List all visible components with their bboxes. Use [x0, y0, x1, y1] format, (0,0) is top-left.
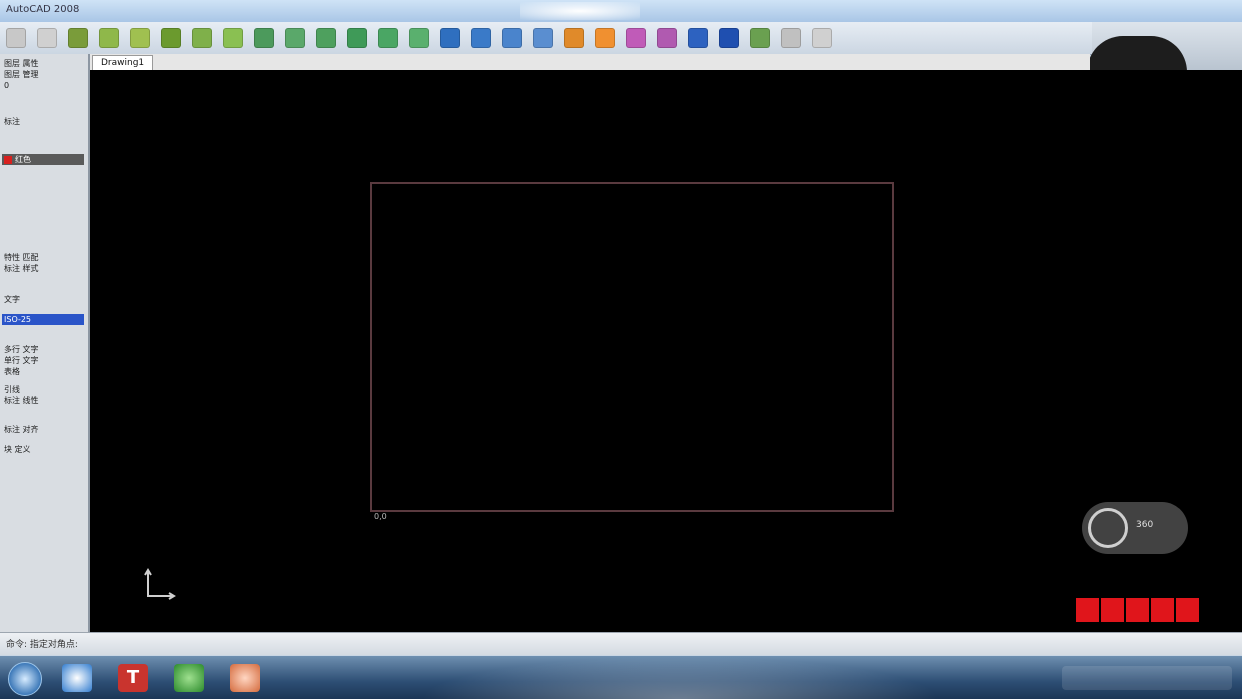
title-bar-glow — [520, 2, 640, 20]
taskbar-app-icon[interactable] — [174, 664, 204, 692]
palette-item[interactable]: 图层 管理 — [2, 69, 84, 80]
taskbar-decoration — [420, 656, 940, 699]
toolbar-button[interactable] — [533, 28, 553, 48]
palette-item[interactable]: 0 — [2, 80, 84, 91]
toolbar-button[interactable] — [378, 28, 398, 48]
palette-item[interactable]: 标注 对齐 — [2, 424, 84, 435]
taskbar-app-icon[interactable] — [230, 664, 260, 692]
palette-group: 引线 标注 线性 — [2, 384, 84, 406]
toolbar-button[interactable] — [688, 28, 708, 48]
taskbar-browser-icon[interactable] — [62, 664, 92, 692]
ucs-axis-icon — [144, 568, 176, 600]
palette-item[interactable]: 块 定义 — [2, 444, 84, 455]
palette-item[interactable]: 图层 属性 — [2, 58, 84, 69]
toolbar-button[interactable] — [812, 28, 832, 48]
orbit-ring-icon[interactable] — [1088, 508, 1128, 548]
navigation-wheel[interactable]: 360 — [1082, 502, 1188, 554]
toolbar-button[interactable] — [595, 28, 615, 48]
command-status-bar[interactable]: 命令: 指定对角点: — [0, 632, 1242, 655]
drawing-tab-strip: Drawing1 — [0, 54, 1090, 71]
tab-drawing[interactable]: Drawing1 — [92, 55, 154, 71]
os-taskbar: T — [0, 656, 1242, 699]
main-toolbar — [0, 22, 1242, 55]
rec-block — [1151, 598, 1174, 622]
rec-block — [1076, 598, 1099, 622]
toolbar-button[interactable] — [347, 28, 367, 48]
nav-wheel-label: 360 — [1136, 520, 1154, 530]
palette-group: 块 定义 — [2, 444, 84, 455]
rec-block — [1126, 598, 1149, 622]
toolbar-button[interactable] — [719, 28, 739, 48]
toolbar-button[interactable] — [161, 28, 181, 48]
palette-item[interactable]: 引线 — [2, 384, 84, 395]
drawn-rectangle[interactable] — [370, 182, 894, 512]
palette-item[interactable]: 文字 — [2, 294, 84, 305]
taskbar-app-icon[interactable]: T — [118, 664, 148, 692]
left-tool-palette: 图层 属性 图层 管理 0 标注红色特性 匹配 标注 样式文字 ISO-25 多行 文字 单行… — [0, 54, 90, 632]
palette-item[interactable]: 特性 匹配 — [2, 252, 84, 263]
toolbar-button[interactable] — [130, 28, 150, 48]
toolbar-button[interactable] — [502, 28, 522, 48]
toolbar-button[interactable] — [626, 28, 646, 48]
drawing-canvas[interactable]: 0,0 360 — [90, 70, 1242, 632]
toolbar-button[interactable] — [223, 28, 243, 48]
palette-item[interactable]: 表格 — [2, 366, 84, 377]
palette-group: 图层 属性 图层 管理 0 — [2, 58, 84, 91]
toolbar-button[interactable] — [409, 28, 429, 48]
app-title: AutoCAD 2008 — [6, 4, 80, 15]
system-tray[interactable] — [1062, 666, 1232, 690]
palette-item[interactable]: 标注 样式 — [2, 263, 84, 274]
toolbar-button[interactable] — [99, 28, 119, 48]
toolbar-button[interactable] — [471, 28, 491, 48]
palette-group: 文字 — [2, 294, 84, 305]
toolbar-button[interactable] — [781, 28, 801, 48]
palette-group: 红色 — [2, 154, 84, 165]
start-button[interactable] — [8, 662, 42, 696]
toolbar-button[interactable] — [6, 28, 26, 48]
toolbar-button[interactable] — [37, 28, 57, 48]
palette-item[interactable]: 多行 文字 — [2, 344, 84, 355]
palette-group: 标注 — [2, 116, 84, 127]
toolbar-button[interactable] — [657, 28, 677, 48]
rectangle-corner-label: 0,0 — [374, 512, 387, 521]
palette-item[interactable]: 红色 — [2, 154, 84, 165]
toolbar-button[interactable] — [750, 28, 770, 48]
toolbar-button[interactable] — [254, 28, 274, 48]
palette-group: 特性 匹配 标注 样式 — [2, 252, 84, 274]
rec-block — [1101, 598, 1124, 622]
palette-group: 标注 对齐 — [2, 424, 84, 435]
toolbar-button[interactable] — [564, 28, 584, 48]
command-prompt-text: 命令: 指定对角点: — [6, 640, 78, 650]
rec-block — [1176, 598, 1199, 622]
toolbar-button[interactable] — [68, 28, 88, 48]
palette-item[interactable]: 标注 — [2, 116, 84, 127]
toolbar-button[interactable] — [316, 28, 336, 48]
recording-indicator — [1076, 598, 1199, 622]
toolbar-button[interactable] — [440, 28, 460, 48]
palette-item[interactable]: 单行 文字 — [2, 355, 84, 366]
palette-group: ISO-25 — [2, 314, 84, 325]
palette-group: 多行 文字 单行 文字 表格 — [2, 344, 84, 377]
toolbar-button[interactable] — [285, 28, 305, 48]
palette-item[interactable]: ISO-25 — [2, 314, 84, 325]
toolbar-button[interactable] — [192, 28, 212, 48]
title-bar: AutoCAD 2008 — [0, 0, 1242, 22]
palette-item[interactable]: 标注 线性 — [2, 395, 84, 406]
